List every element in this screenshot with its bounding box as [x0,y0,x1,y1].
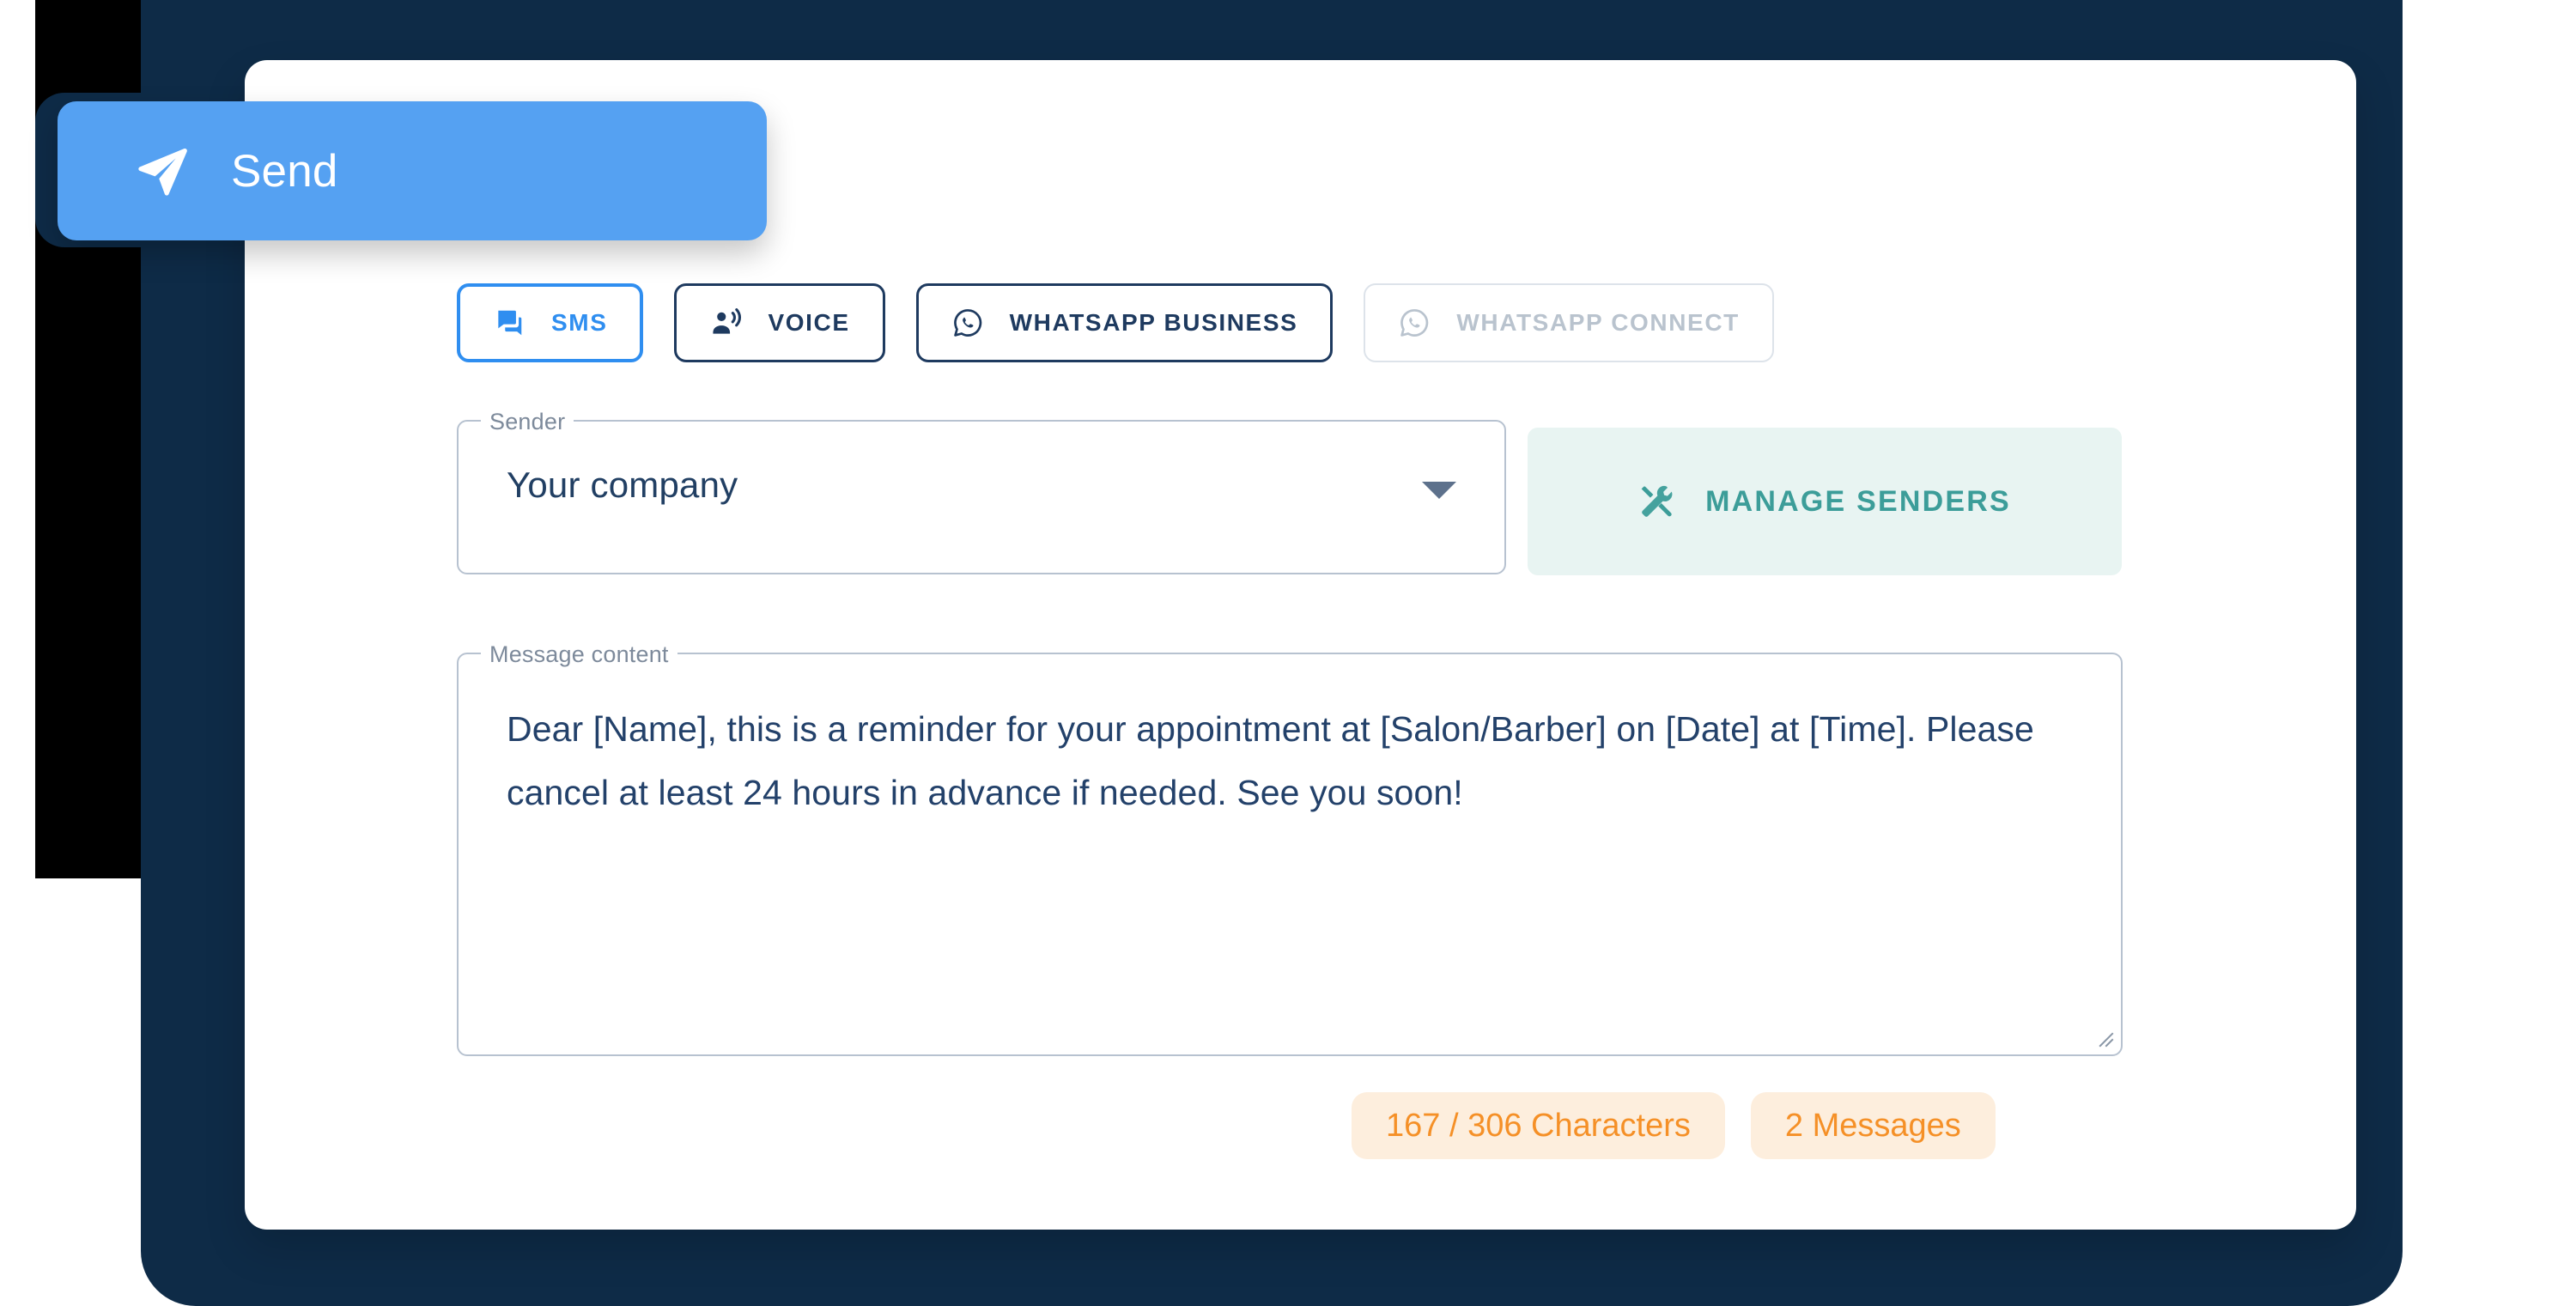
manage-senders-label: MANAGE SENDERS [1705,484,2011,518]
tab-sms-label: SMS [551,309,608,336]
tab-voice-label: VOICE [768,309,850,336]
message-count-badge: 2 Messages [1750,1092,1996,1159]
message-content-value[interactable]: Dear [Name], this is a reminder for your… [507,697,2087,824]
sender-legend: Sender [481,407,574,436]
tab-sms[interactable]: SMS [457,283,644,362]
whatsapp-icon [951,307,984,339]
tab-voice[interactable]: VOICE [674,283,885,362]
record-voice-over-icon [709,307,742,339]
whatsapp-icon [1398,307,1431,339]
character-count-badge: 167 / 306 Characters [1352,1092,1725,1159]
resize-grip-icon[interactable] [2087,1021,2117,1050]
handyman-tools-icon [1638,483,1676,520]
message-counters: 167 / 306 Characters 2 Messages [1352,1092,1996,1159]
send-button[interactable]: Send [58,101,767,240]
tab-whatsapp-connect-label: WHATSAPP CONNECT [1456,309,1740,336]
screenshot-stage: SMS VOICE WHATSAPP BUSINESS WHATSAPP CON… [0,0,2576,1306]
message-content-textarea[interactable]: Message content Dear [Name], this is a r… [457,640,2123,1056]
send-icon [133,143,190,199]
manage-senders-button[interactable]: MANAGE SENDERS [1528,428,2122,575]
sender-select[interactable]: Sender Your company [457,407,1506,574]
chevron-down-icon[interactable] [1422,482,1456,499]
send-button-label: Send [231,145,338,197]
forum-icon [493,307,526,339]
message-content-legend: Message content [481,640,677,669]
tab-whatsapp-connect: WHATSAPP CONNECT [1364,283,1774,362]
tab-whatsapp-business-label: WHATSAPP BUSINESS [1009,309,1298,336]
sender-selected-value: Your company [507,465,738,505]
channel-tab-group: SMS VOICE WHATSAPP BUSINESS WHATSAPP CON… [457,283,1774,362]
tab-whatsapp-business[interactable]: WHATSAPP BUSINESS [915,283,1334,362]
